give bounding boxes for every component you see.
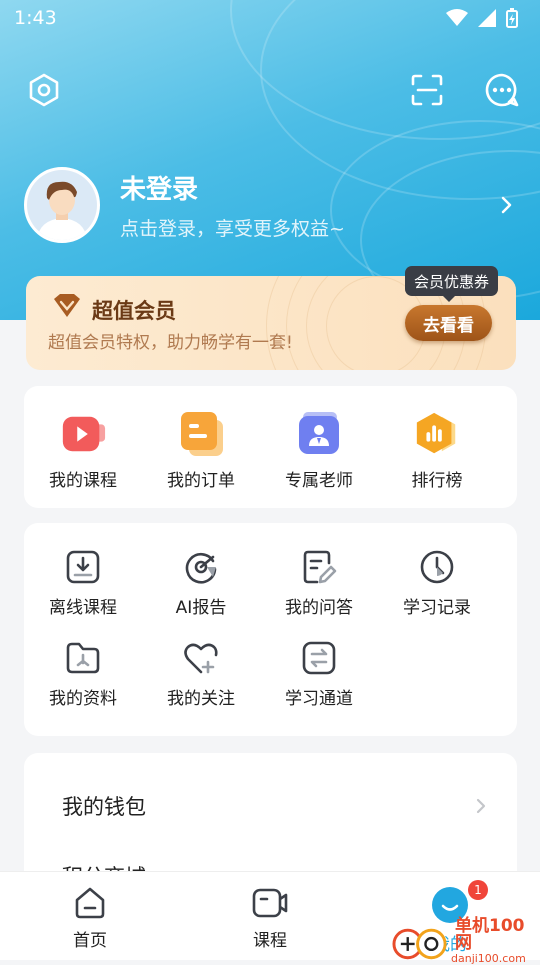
ai-report-icon: [177, 549, 225, 585]
profile-subtitle: 点击登录，享受更多权益~: [120, 218, 345, 240]
video-icon: [59, 410, 107, 458]
tool-study-channel[interactable]: 学习通道: [260, 640, 378, 709]
login-profile-row[interactable]: 未登录 点击登录，享受更多权益~: [24, 166, 516, 244]
profile-name: 未登录: [120, 175, 199, 205]
watermark-logo: [392, 928, 447, 959]
vip-coupon-tooltip: 会员优惠券: [405, 266, 499, 302]
tool-study-record[interactable]: 学习记录: [378, 549, 496, 618]
watermark-domain: danji100.com: [451, 952, 526, 965]
scan-icon[interactable]: [409, 72, 445, 108]
tool-offline-courses[interactable]: 离线课程: [24, 549, 142, 618]
tool-my-follows[interactable]: 我的关注: [142, 640, 260, 709]
chevron-right-icon: [476, 798, 486, 814]
vip-title: 超值会员: [92, 299, 176, 323]
quick-my-orders[interactable]: 我的订单: [142, 410, 260, 491]
watermark-brand: 单机100网: [455, 916, 525, 953]
tab-courses[interactable]: 课程: [220, 886, 320, 951]
tool-ai-report[interactable]: AI报告: [142, 549, 260, 618]
quick-my-courses[interactable]: 我的课程: [24, 410, 142, 491]
wallet-label[interactable]: 我的钱包: [62, 791, 146, 821]
avatar: [24, 167, 100, 243]
tool-my-qa[interactable]: 我的问答: [260, 549, 378, 618]
message-icon[interactable]: [484, 72, 520, 108]
download-icon: [59, 549, 107, 585]
quick-ranking[interactable]: 排行榜: [378, 410, 496, 491]
vip-subtitle: 超值会员特权，助力畅学有一套!: [48, 333, 293, 353]
ranking-icon: [413, 410, 461, 458]
chevron-right-icon: [501, 196, 512, 214]
diamond-icon: [54, 294, 80, 317]
status-time: 1:43: [14, 7, 57, 29]
notification-badge: 1: [468, 880, 488, 900]
settings-hexagon-icon[interactable]: [26, 72, 62, 108]
watermark: 单机100网 danji100.com: [392, 918, 540, 965]
tab-home[interactable]: 首页: [40, 886, 140, 951]
clock-icon: [413, 549, 461, 585]
home-icon: [75, 887, 105, 919]
quick-teacher[interactable]: 专属老师: [260, 410, 378, 491]
channel-icon: [295, 640, 343, 676]
heart-icon: [177, 640, 225, 676]
course-video-icon: [252, 888, 288, 918]
wifi-icon: [446, 9, 468, 26]
order-icon: [177, 410, 225, 458]
signal-icon: [478, 9, 496, 27]
status-bar: 1:43: [0, 0, 540, 36]
battery-icon: [506, 8, 518, 28]
tools-card: 离线课程 AI报告 我的问答 学习记录 我的资料 我的关注 学习通道: [24, 523, 517, 736]
folder-icon: [59, 640, 107, 676]
teacher-icon: [295, 410, 343, 458]
vip-view-button[interactable]: 去看看: [405, 305, 492, 341]
tool-my-materials[interactable]: 我的资料: [24, 640, 142, 709]
quick-entry-card: 我的课程 我的订单 专属老师 排行榜: [24, 386, 517, 508]
qa-icon: [295, 549, 343, 585]
